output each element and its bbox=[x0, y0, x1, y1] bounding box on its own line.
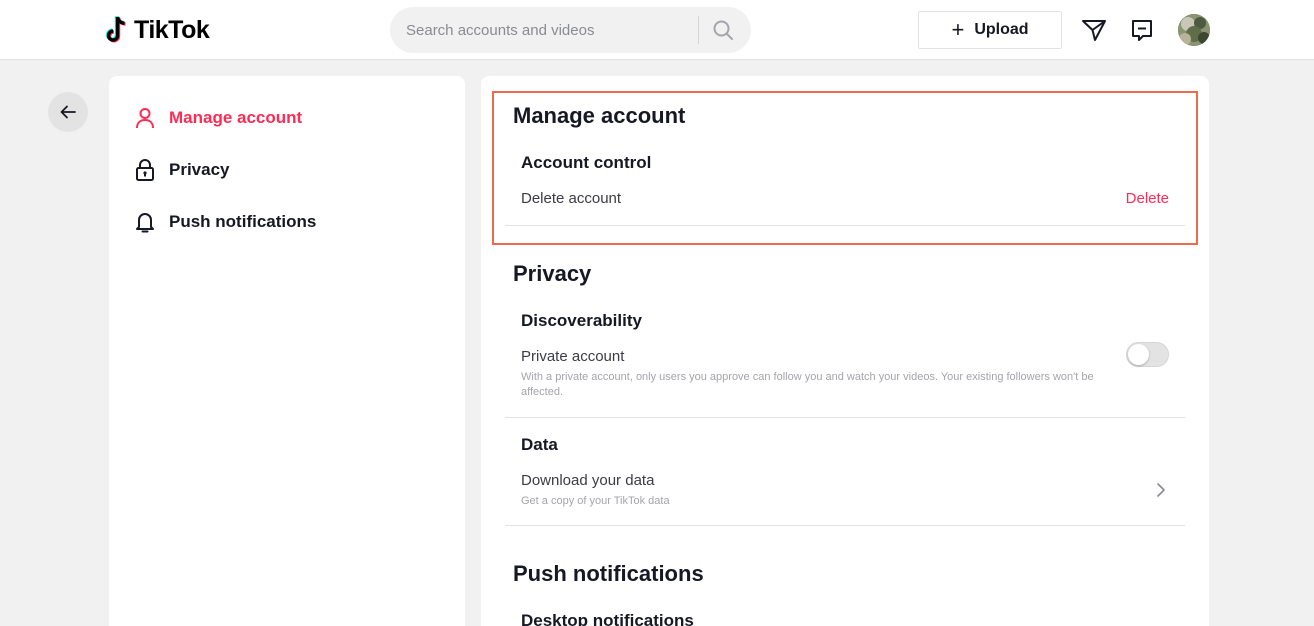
delete-account-button[interactable]: Delete bbox=[1126, 190, 1169, 207]
manage-account-title: Manage account bbox=[513, 103, 686, 128]
search-button[interactable] bbox=[708, 15, 738, 45]
delete-account-label: Delete account bbox=[521, 190, 622, 207]
divider bbox=[505, 525, 1185, 526]
sidebar-item-label: Privacy bbox=[169, 160, 230, 179]
tiktok-logo[interactable]: TikTok bbox=[104, 14, 210, 46]
search-divider bbox=[698, 16, 699, 44]
sidebar-item-label: Manage account bbox=[169, 108, 303, 127]
settings-sidebar: Manage account Privacy Push notification… bbox=[109, 76, 465, 626]
private-account-label: Private account bbox=[521, 348, 625, 365]
avatar-image bbox=[1178, 14, 1210, 46]
tiktok-logo-icon bbox=[105, 15, 126, 43]
messages-button[interactable] bbox=[1127, 15, 1157, 45]
sidebar-item-manage-account[interactable]: Manage account bbox=[133, 102, 302, 134]
search-input[interactable] bbox=[406, 7, 686, 53]
chevron-right-icon[interactable] bbox=[1153, 480, 1169, 500]
private-account-description: With a private account, only users you a… bbox=[521, 371, 1094, 398]
plus-icon: + bbox=[951, 17, 965, 42]
send-icon bbox=[1082, 20, 1106, 41]
logo-text: TikTok bbox=[134, 15, 210, 44]
bell-icon bbox=[133, 210, 157, 234]
privacy-title: Privacy bbox=[513, 261, 592, 286]
avatar[interactable] bbox=[1178, 14, 1210, 46]
message-icon bbox=[1132, 20, 1152, 41]
push-notifications-title: Push notifications bbox=[513, 561, 704, 586]
private-account-toggle[interactable] bbox=[1126, 342, 1169, 367]
upload-button[interactable]: + Upload bbox=[918, 11, 1062, 49]
user-icon bbox=[133, 106, 157, 130]
account-control-heading: Account control bbox=[521, 153, 652, 172]
search-icon bbox=[713, 20, 733, 40]
download-data-label[interactable]: Download your data bbox=[521, 472, 654, 489]
arrow-left-icon bbox=[60, 105, 76, 119]
lock-icon bbox=[133, 158, 157, 182]
sidebar-item-push-notifications[interactable]: Push notifications bbox=[133, 206, 316, 238]
settings-main-panel: Manage account Account control Delete ac… bbox=[481, 76, 1209, 626]
divider bbox=[505, 417, 1185, 418]
download-data-description: Get a copy of your TikTok data bbox=[521, 495, 670, 507]
toggle-knob bbox=[1128, 344, 1149, 365]
back-button[interactable] bbox=[48, 92, 88, 132]
sidebar-item-privacy[interactable]: Privacy bbox=[133, 154, 230, 186]
sidebar-item-label: Push notifications bbox=[169, 212, 317, 231]
top-header: TikTok + Upload bbox=[0, 0, 1314, 60]
send-button[interactable] bbox=[1079, 15, 1109, 45]
discoverability-heading: Discoverability bbox=[521, 311, 642, 330]
divider bbox=[505, 225, 1185, 226]
data-heading: Data bbox=[521, 435, 558, 454]
desktop-notifications-heading: Desktop notifications bbox=[521, 611, 694, 626]
search-bar bbox=[390, 7, 751, 53]
upload-label: Upload bbox=[974, 21, 1029, 38]
